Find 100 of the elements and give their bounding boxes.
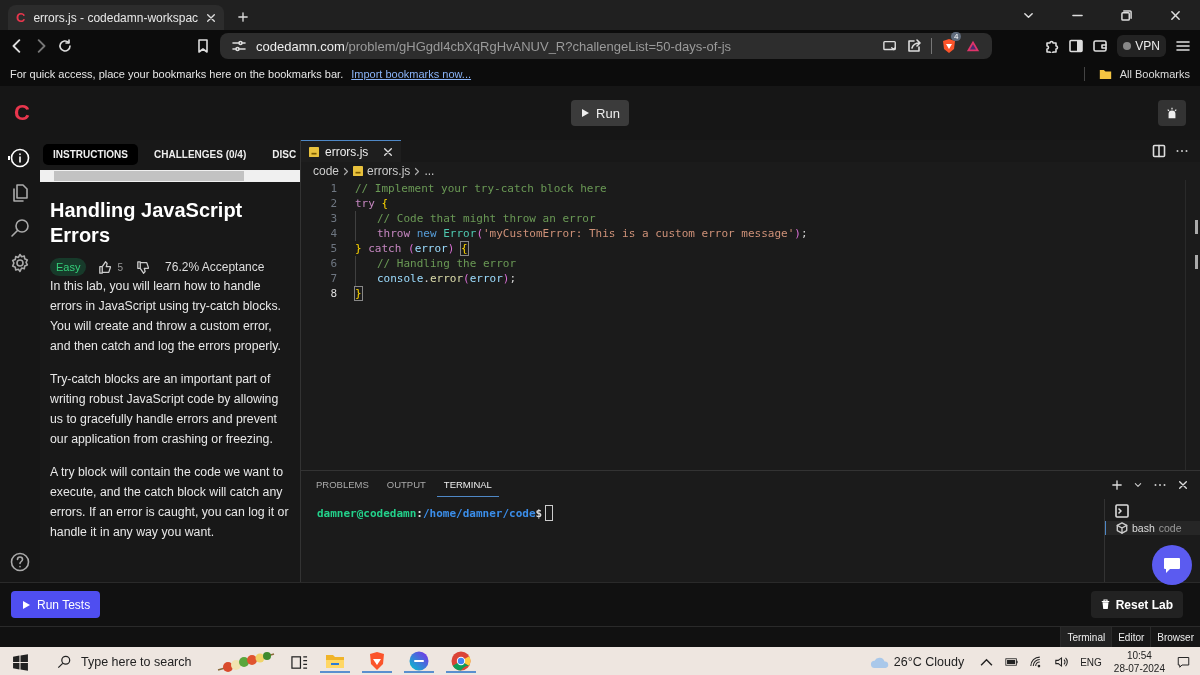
lab-title: Handling JavaScript Errors [50,198,244,248]
paragraph: A try block will contain the code we want to execute, and the catch block will catch any errors. If an error is caught, you can log it or handle it in any way you want. [50,464,290,541]
bookmarks-message: For quick access, place your bookmarks here on the bookmarks bar. [10,68,344,80]
clock-time[interactable]: 10:54 [1126,649,1152,662]
taskbar-search-field[interactable]: Type here to search [81,655,206,669]
terminal-session[interactable]: bash code [1105,521,1200,535]
line-number: 2 [329,196,338,211]
js-file-icon [309,146,319,157]
terminal-icon[interactable] [1115,504,1129,518]
panel-tab[interactable]: PROBLEMS [309,473,376,497]
browser-tab[interactable]: C errors.js - codedamn-workspac [8,5,225,30]
tab-search-icon[interactable] [1023,10,1034,21]
breadcrumb-item[interactable]: code [313,164,340,178]
code-line: } catch (error) { [355,241,468,256]
difficulty-badge: Easy [50,258,87,276]
line-number: 3 [329,211,338,226]
more-icon[interactable] [1176,149,1188,153]
weather-text[interactable]: 26°C Cloudy [893,655,965,669]
vertical-scrollbar[interactable] [1185,180,1200,470]
panel-tab[interactable]: DISC [262,143,300,165]
new-tab-icon[interactable] [238,12,249,22]
task-view-icon[interactable] [291,653,308,671]
close-tab-icon[interactable] [206,12,217,23]
breadcrumb-item[interactable]: ... [424,164,435,178]
bookmark-icon[interactable] [196,39,210,53]
vpn-button[interactable]: VPN [1117,35,1166,57]
files-icon[interactable] [10,183,30,203]
js-file-icon [353,166,364,176]
line-number: 4 [329,226,338,241]
paragraph: Try-catch blocks are an important part of writing robust JavaScript code by allowing us to gracefully handle errors and prevent our application from crashing or freezing. [50,371,280,448]
chevron-icon [414,166,421,176]
codedamn-logo[interactable]: C [14,100,30,126]
all-bookmarks-link[interactable]: All Bookmarks [1119,68,1190,80]
horizontal-scrollbar[interactable] [40,170,300,182]
wallet-icon[interactable] [1093,39,1108,53]
code-line: } [355,286,362,301]
run-button[interactable]: Run [571,100,629,126]
import-bookmarks-link[interactable]: Import bookmarks now... [351,68,472,80]
view-tab[interactable]: Terminal [1060,627,1112,647]
play-icon [21,599,31,610]
more-icon[interactable] [1154,483,1166,487]
split-editor-icon[interactable] [1152,144,1166,158]
play-icon [580,108,591,118]
notifications-icon[interactable] [1177,656,1190,668]
close-icon[interactable] [383,146,393,157]
breadcrumb-item[interactable]: errors.js [367,164,411,178]
paragraph: In this lab, you will learn how to handle errors in JavaScript using try-catch blocks. You will create and throw a custom error, and then catch and log the errors properly. [50,278,282,355]
panel-tab[interactable]: TERMINAL [436,473,499,497]
url-text: codedamn.com/problem/gHGgdl4cbXqRgHvANUV_R?challengeList=50-days-of-js [256,38,732,54]
thumbs-down-icon[interactable] [137,260,151,274]
panel-tab[interactable]: OUTPUT [379,473,433,497]
notification-badge: 4 [951,32,962,41]
menu-icon[interactable] [1176,39,1190,53]
file-name: errors.js [325,144,370,159]
clock-date[interactable]: 28-07-2024 [1113,662,1165,675]
code-line: try { [355,196,389,211]
brave-browser-icon[interactable] [362,651,392,673]
show-hidden-icons-icon[interactable] [980,656,994,668]
dropdown-icon[interactable] [1134,481,1142,489]
favicon-logo: C [16,10,26,25]
install-app-icon[interactable] [883,39,897,53]
panel-tab[interactable]: INSTRUCTIONS [43,143,138,165]
sidebar-icon[interactable] [1069,39,1084,53]
info-icon[interactable] [10,148,30,168]
speech-bubble-icon [1162,555,1182,575]
chrome-browser-icon[interactable] [446,651,476,673]
run-tests-button[interactable]: Run Tests [11,591,101,618]
panel-tab[interactable]: CHALLENGES (0/4) [144,143,257,165]
rewards-triangle-icon[interactable] [966,39,980,53]
line-number: 5 [329,241,338,256]
help-icon[interactable] [10,552,30,572]
reload-icon[interactable] [58,39,72,53]
line-number: 7 [329,271,338,286]
site-settings-icon[interactable] [232,39,246,53]
battery-icon[interactable] [1005,656,1019,668]
chevron-icon [343,166,350,176]
search-icon [57,655,71,669]
folder-icon [1098,68,1112,80]
text-cursor [545,505,554,521]
terminal-prompt: damner@codedamn:/home/damner/code$ [317,506,543,520]
address-bar[interactable]: codedamn.com/problem/gHGgdl4cbXqRgHvANUV_R?challengeList=50-days-of-js 4 [220,33,992,59]
search-icon[interactable] [10,218,30,238]
file-tab[interactable]: errors.js [301,140,401,162]
lion-shield-icon[interactable] [942,38,956,54]
line-number: 1 [329,181,338,196]
new-terminal-icon[interactable] [1112,480,1122,490]
windows-start-icon[interactable] [12,653,29,671]
volume-icon[interactable] [1055,656,1069,668]
close-window-icon[interactable] [1170,10,1181,21]
restore-icon[interactable] [1121,10,1132,21]
thumbs-up-icon[interactable] [99,260,113,274]
extensions-icon[interactable] [1045,39,1060,53]
share-icon[interactable] [907,39,921,53]
line-number: 6 [329,256,338,271]
view-tab[interactable]: Browser [1150,627,1200,647]
language-indicator[interactable]: ENG [1080,656,1102,668]
close-panel-icon[interactable] [1178,480,1188,490]
reset-lab-button[interactable]: Reset Lab [1090,591,1183,618]
settings-icon[interactable] [10,253,30,273]
view-tab[interactable]: Editor [1111,627,1151,647]
